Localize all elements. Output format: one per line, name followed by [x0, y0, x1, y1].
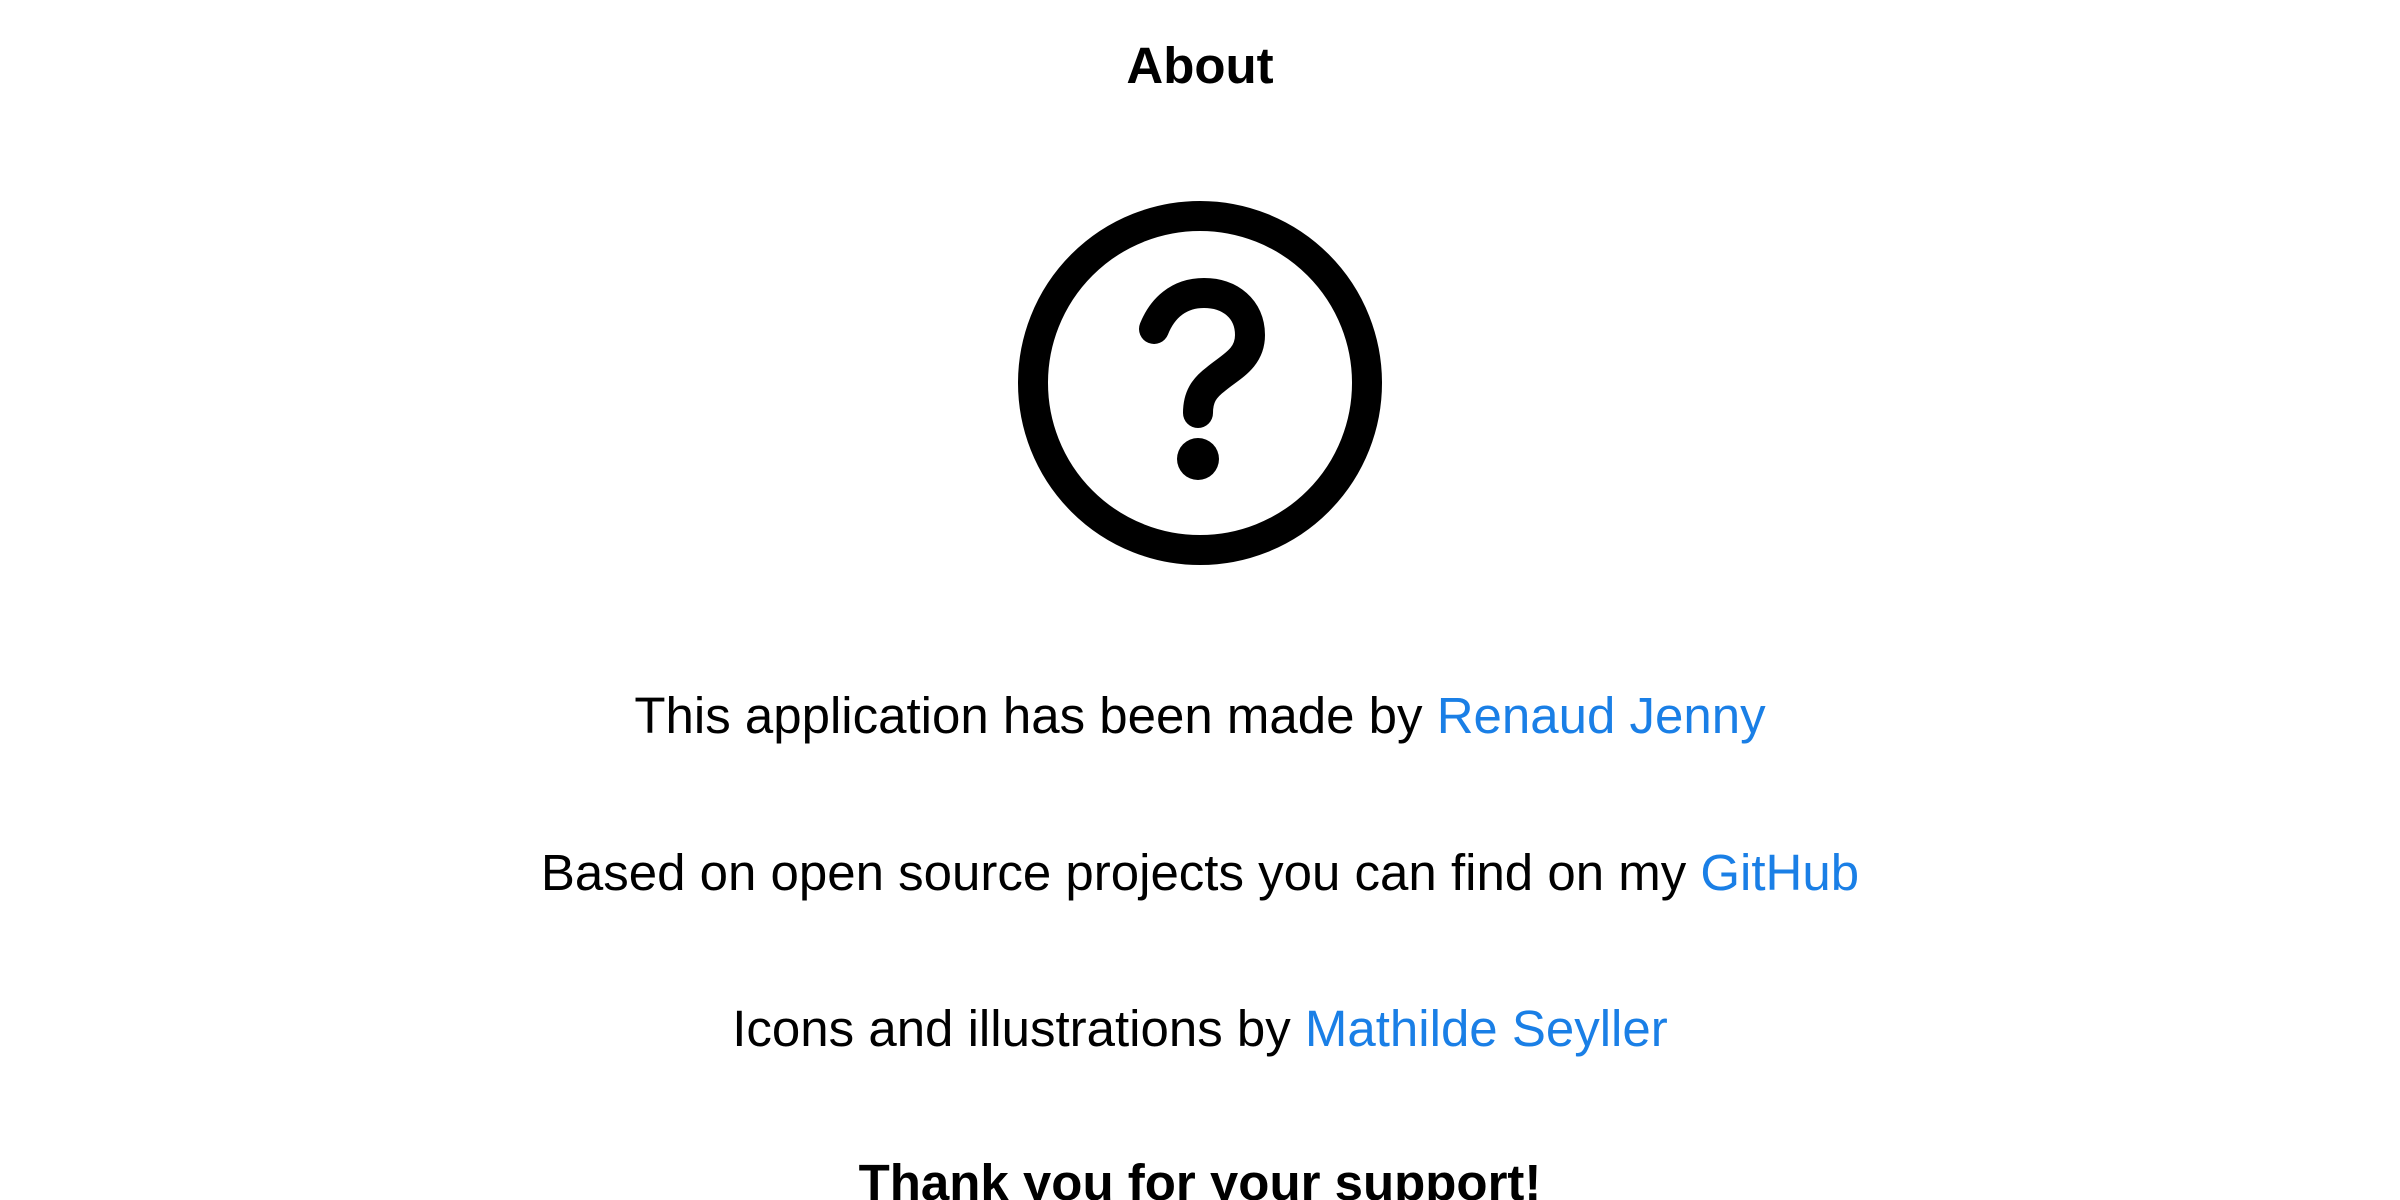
author-credit-text: This application has been made by	[634, 687, 1437, 744]
source-credit: Based on open source projects you can fi…	[0, 842, 2400, 904]
about-screen: About This application has been made by …	[0, 0, 2400, 1200]
illustrator-link[interactable]: Mathilde Seyller	[1305, 1000, 1668, 1057]
help-circle-icon	[1018, 201, 1382, 565]
illustrations-credit: Icons and illustrations by Mathilde Seyl…	[0, 998, 2400, 1060]
thanks-message: Thank you for your support!	[858, 1154, 1542, 1200]
source-credit-text: Based on open source projects you can fi…	[540, 844, 1701, 901]
github-link[interactable]: GitHub	[1700, 844, 1859, 901]
illustrations-credit-text: Icons and illustrations by	[732, 1000, 1305, 1057]
page-title: About	[1126, 37, 1274, 94]
author-credit: This application has been made by Renaud…	[0, 685, 2400, 747]
author-link[interactable]: Renaud Jenny	[1437, 687, 1766, 744]
